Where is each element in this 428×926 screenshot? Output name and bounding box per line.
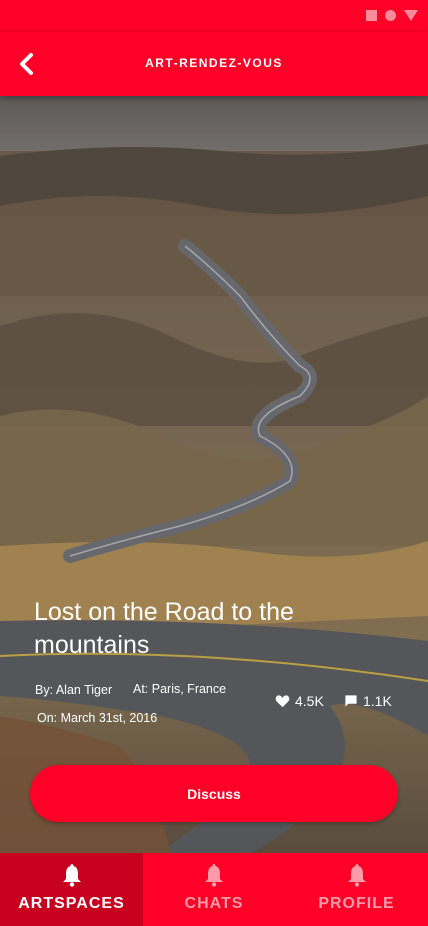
discuss-button[interactable]: Discuss (30, 765, 398, 822)
comments-stat[interactable]: 1.1K (344, 693, 392, 709)
comments-count: 1.1K (363, 693, 392, 709)
bell-icon (205, 864, 223, 887)
back-triangle-icon (404, 10, 418, 21)
app-bar: ART-RENDEZ-VOUS (0, 32, 428, 96)
nav-item-chats[interactable]: CHATS (143, 853, 285, 926)
stop-icon (366, 10, 377, 21)
nav-label-artspaces: ARTSPACES (18, 895, 125, 912)
nav-item-profile[interactable]: PROFILE (285, 853, 428, 926)
image-overlay (0, 96, 428, 853)
likes-count: 4.5K (295, 693, 324, 709)
post-date: On: March 31st, 2016 (37, 711, 158, 725)
nav-item-artspaces[interactable]: ARTSPACES (0, 853, 143, 926)
post-title: Lost on the Road to the mountains (34, 598, 294, 659)
status-icons (366, 10, 418, 21)
comment-icon (345, 695, 357, 707)
post-author: By: Alan Tiger (35, 683, 113, 697)
likes-stat[interactable]: 4.5K (275, 693, 324, 709)
home-icon (385, 10, 396, 21)
heart-icon (275, 695, 290, 708)
post-location: At: Paris, France (133, 682, 227, 696)
nav-label-chats: CHATS (184, 895, 244, 912)
bell-icon (62, 864, 81, 887)
bottom-nav: ARTSPACES CHATS PROFILE (0, 853, 428, 926)
nav-label-profile: PROFILE (318, 895, 395, 912)
hero-image: Lost on the Road to the mountains By: Al… (0, 96, 428, 853)
status-bar (0, 0, 428, 32)
bell-icon (347, 864, 366, 887)
app-title: ART-RENDEZ-VOUS (145, 56, 283, 70)
